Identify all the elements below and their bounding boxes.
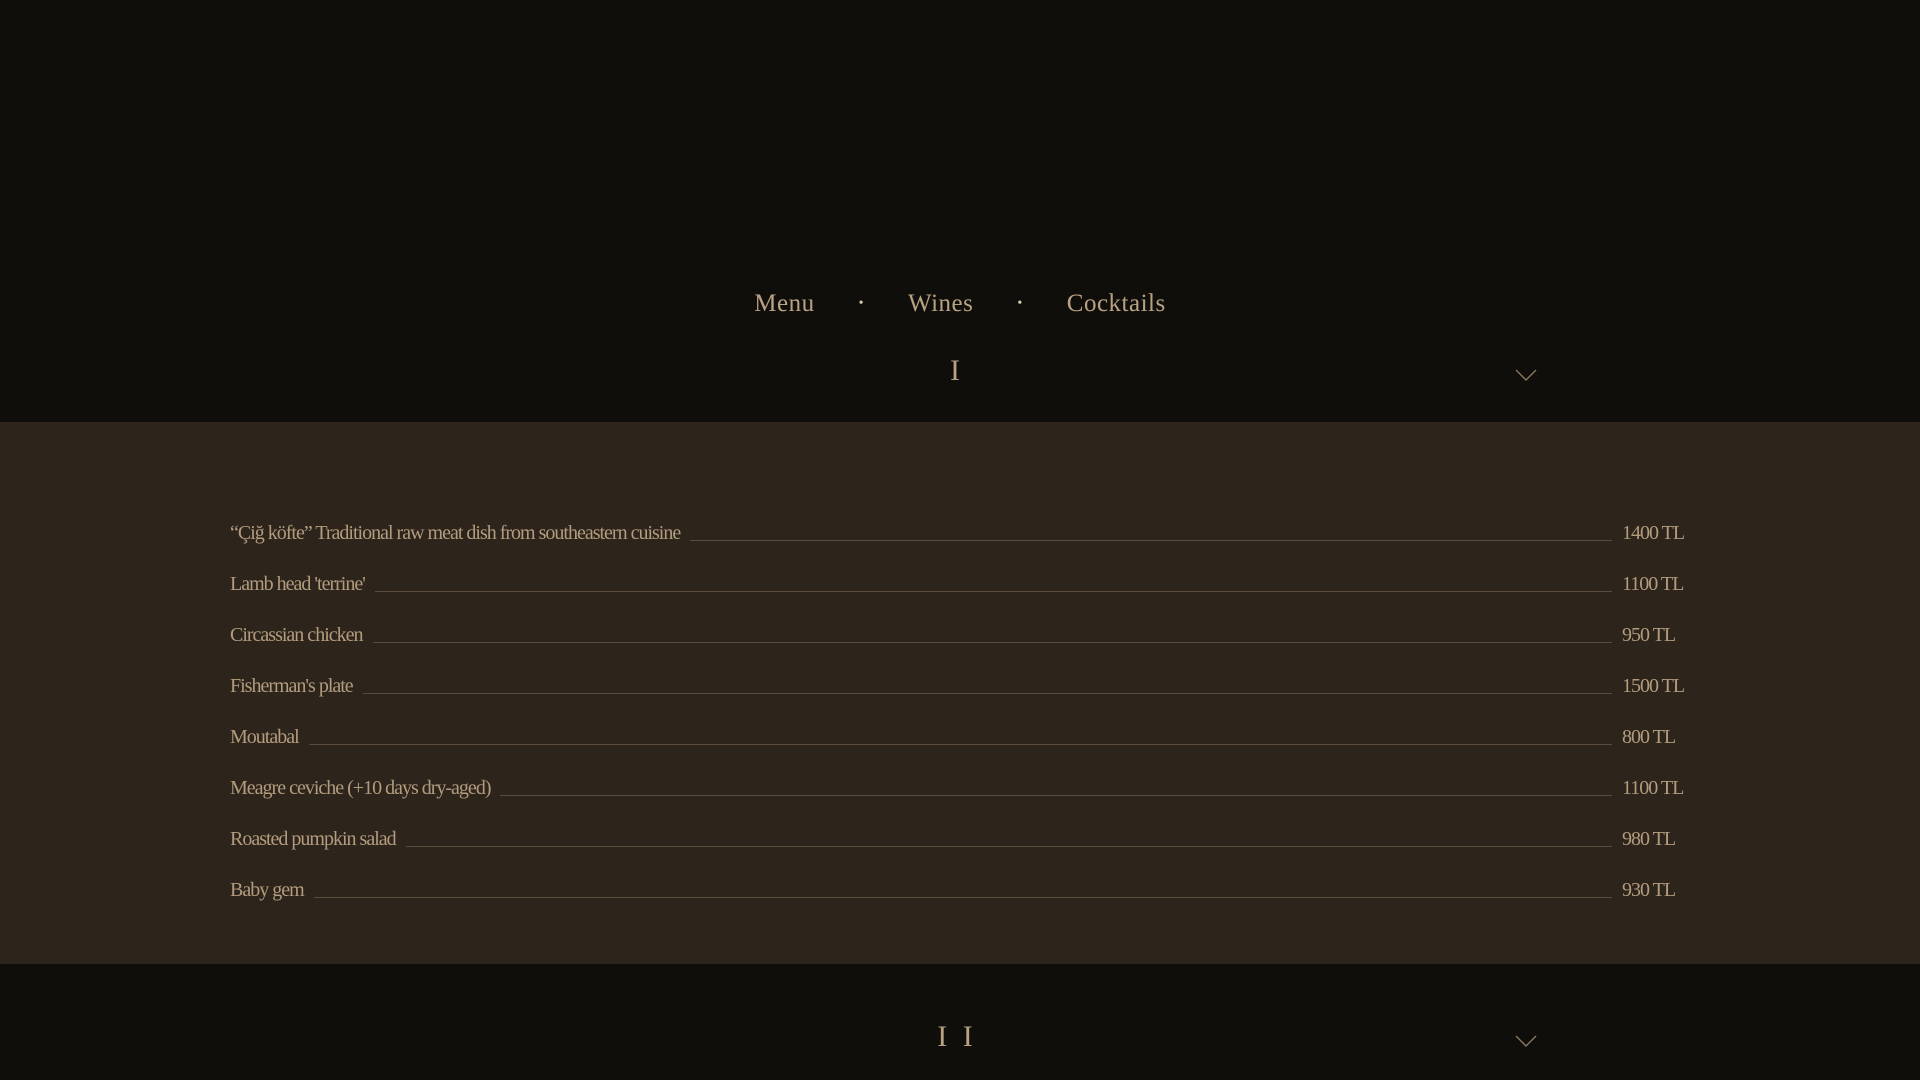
menu-item: Circassian chicken 950 TL [230,596,1680,647]
menu-item-name: Roasted pumpkin salad [230,828,397,850]
nav-separator: • [1017,296,1023,311]
menu-item-price: 980 TL [1622,828,1676,850]
section-header-1[interactable]: I [0,346,1920,406]
menu-item: Moutabal 800 TL [230,698,1680,749]
chevron-down-icon[interactable] [1515,1034,1537,1048]
menu-item-price: 1400 TL [1622,522,1685,544]
nav-separator: • [858,296,864,311]
section-numeral: I [950,354,964,387]
menu-item: “Çiğ köfte” Traditional raw meat dish fr… [230,494,1685,545]
menu-item-price: 950 TL [1622,624,1676,646]
menu-item: Meagre ceviche (+10 days dry-aged) 1100 … [230,749,1684,800]
menu-item-name: Circassian chicken [230,624,363,646]
chevron-down-icon[interactable] [1515,368,1537,382]
menu-item-price: 1100 TL [1622,573,1684,595]
dotted-leader [308,743,1612,745]
nav-item-cocktails[interactable]: Cocktails [1067,290,1166,318]
menu-item-name: Baby gem [230,879,305,901]
section-panel-1: “Çiğ köfte” Traditional raw meat dish fr… [0,422,1920,964]
dotted-leader [362,692,1612,694]
nav-item-wines[interactable]: Wines [908,290,973,318]
dotted-leader [405,845,1612,847]
menu-item: Fisherman's plate 1500 TL [230,647,1685,698]
menu-list: “Çiğ köfte” Traditional raw meat dish fr… [230,494,1685,902]
dotted-leader [500,794,1612,796]
dotted-leader [372,641,1612,643]
section-numeral: I I [937,1020,977,1053]
menu-item-price: 930 TL [1622,879,1676,901]
menu-item: Roasted pumpkin salad 980 TL [230,800,1680,851]
menu-item: Lamb head 'terrine' 1100 TL [230,545,1684,596]
section-header-2[interactable]: I I [0,1012,1920,1072]
menu-item-name: Lamb head 'terrine' [230,573,366,595]
menu-item-name: “Çiğ köfte” Traditional raw meat dish fr… [230,522,681,544]
dotted-leader [690,539,1612,541]
dotted-leader [374,590,1612,592]
menu-item-name: Fisherman's plate [230,675,354,697]
menu-item-name: Meagre ceviche (+10 days dry-aged) [230,777,491,799]
menu-item-price: 800 TL [1622,726,1676,748]
menu-item: Baby gem 930 TL [230,851,1680,902]
nav-item-menu[interactable]: Menu [754,290,814,318]
menu-page: Menu • Wines • Cocktails I “Çiğ köfte” T… [0,0,1920,1080]
menu-item-name: Moutabal [230,726,300,748]
dotted-leader [313,896,1612,898]
menu-item-price: 1500 TL [1622,675,1685,697]
menu-item-price: 1100 TL [1622,777,1684,799]
top-nav: Menu • Wines • Cocktails [0,290,1920,318]
